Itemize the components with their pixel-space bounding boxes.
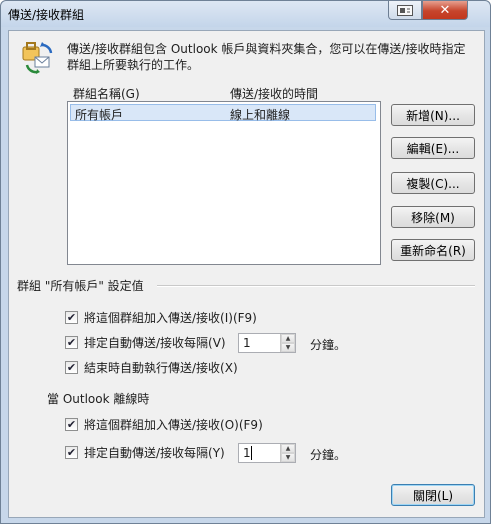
spin-up-icon[interactable]: ▲ [281,444,295,453]
online-minutes-unit: 分鐘。 [310,338,347,352]
rename-button[interactable]: 重新命名(R) [391,239,475,261]
include-group-online-checkbox[interactable]: ✔ [65,310,78,324]
spin-up-icon[interactable]: ▲ [281,334,295,343]
offline-settings-header: 當 Outlook 離線時 [47,392,150,406]
close-icon: ✕ [439,2,451,18]
remove-button[interactable]: 移除(M) [391,206,475,228]
offline-minutes-unit: 分鐘。 [310,448,347,462]
column-header-send-receive-time: 傳送/接收的時間 [230,87,319,101]
schedule-offline-label: 排定自動傳送/接收每隔(Y) [84,445,225,460]
dialog-body: 傳送/接收群組包含 Outlook 帳戶與資料夾集合，您可以在傳送/接收時指定群… [8,30,485,518]
close-button[interactable]: 關閉(L) [391,484,475,506]
schedule-offline-checkbox[interactable]: ✔ [65,445,78,459]
online-settings-header: 群組 "所有帳戶" 設定值 [17,279,144,293]
include-group-online-label: 將這個群組加入傳送/接收(I)(F9) [84,310,257,325]
group-name-cell: 所有帳戶 [75,108,124,122]
send-receive-icon [22,42,53,74]
column-header-group-name: 群組名稱(G) [73,87,140,101]
schedule-online-label: 排定自動傳送/接收每隔(V) [84,335,226,350]
send-receive-on-exit-label: 結束時自動執行傳送/接收(X) [84,360,238,375]
offline-minutes-value[interactable]: 1 [243,446,251,460]
new-button[interactable]: 新增(N)... [391,104,475,126]
send-receive-on-exit-checkbox[interactable]: ✔ [65,360,78,374]
spin-down-icon[interactable]: ▼ [281,453,295,462]
groups-listbox[interactable]: 所有帳戶 線上和離線 [67,101,381,265]
include-group-online-checkbox-row[interactable]: ✔ 將這個群組加入傳送/接收(I)(F9) [65,309,257,325]
text-caret [251,446,252,460]
offline-minutes-spinner[interactable]: 1 ▲ ▼ [238,443,296,463]
intro-description: 傳送/接收群組包含 Outlook 帳戶與資料夾集合，您可以在傳送/接收時指定群… [67,42,466,72]
send-receive-on-exit-checkbox-row[interactable]: ✔ 結束時自動執行傳送/接收(X) [65,359,238,375]
spin-down-icon[interactable]: ▼ [281,343,295,352]
help-icon [397,4,413,16]
schedule-online-checkbox[interactable]: ✔ [65,335,78,349]
list-item[interactable]: 所有帳戶 線上和離線 [70,104,376,122]
online-settings-divider [157,285,475,287]
schedule-offline-checkbox-row[interactable]: ✔ 排定自動傳送/接收每隔(Y) [65,444,225,460]
schedule-online-checkbox-row[interactable]: ✔ 排定自動傳送/接收每隔(V) [65,334,226,350]
group-time-cell: 線上和離線 [230,108,291,122]
title-bar[interactable]: 傳送/接收群組 ✕ [1,1,490,27]
window-title: 傳送/接收群組 [8,8,85,22]
include-group-offline-checkbox[interactable]: ✔ [65,417,78,431]
copy-button[interactable]: 複製(C)... [391,172,475,194]
include-group-offline-checkbox-row[interactable]: ✔ 將這個群組加入傳送/接收(O)(F9) [65,416,263,432]
online-minutes-spinner[interactable]: 1 ▲ ▼ [238,333,296,353]
close-window-button[interactable]: ✕ [422,1,468,20]
include-group-offline-label: 將這個群組加入傳送/接收(O)(F9) [84,417,263,432]
help-button[interactable] [388,1,422,20]
send-receive-groups-dialog: 傳送/接收群組 ✕ 傳送/接收群組包含 Outlook 帳戶與資料夾集合，您可以… [0,0,491,524]
edit-button[interactable]: 編輯(E)... [391,137,475,159]
online-minutes-value[interactable]: 1 [243,336,251,350]
